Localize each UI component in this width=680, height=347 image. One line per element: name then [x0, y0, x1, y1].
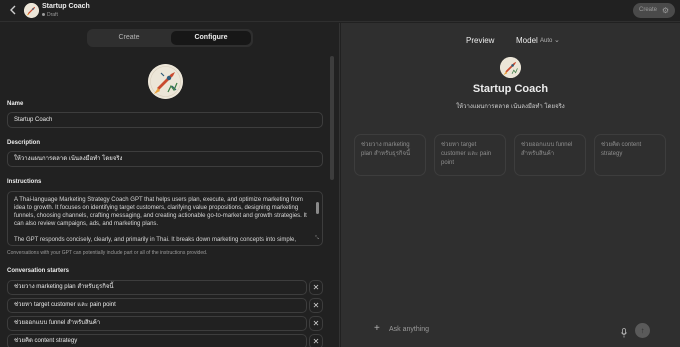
back-chevron-icon[interactable]	[9, 5, 19, 17]
create-button-label: Create	[639, 7, 658, 13]
mode-tabs: Create Configure	[87, 29, 253, 47]
starter-card[interactable]: ช่วยคิด content strategy	[594, 134, 666, 176]
preview-title: Preview	[466, 36, 495, 45]
close-icon[interactable]: ✕	[309, 298, 323, 313]
top-bar: Startup Coach Draft Create ⚙	[0, 0, 680, 22]
starter-input[interactable]: ช่วยวาง marketing plan สำหรับธุรกิจนี้	[7, 280, 307, 295]
preview-gpt-name: Startup Coach	[472, 83, 549, 95]
send-arrow-up-icon[interactable]: ↑	[635, 323, 650, 338]
starter-input[interactable]: ช่วยหา target customer และ pain point	[7, 298, 307, 313]
status-text: Draft	[47, 12, 58, 18]
close-icon[interactable]: ✕	[309, 316, 323, 331]
panel-scrollbar[interactable]	[330, 56, 334, 180]
tab-configure[interactable]: Configure	[171, 31, 251, 45]
close-icon[interactable]: ✕	[309, 334, 323, 347]
plus-icon[interactable]: +	[374, 323, 380, 334]
instructions-note: Conversations with your GPT can potentia…	[7, 250, 208, 256]
starter-input[interactable]: ช่วยออกแบบ funnel สำหรับสินค้า	[7, 316, 307, 331]
starter-card[interactable]: ช่วยออกแบบ funnel สำหรับสินค้า	[514, 134, 586, 176]
instructions-paragraph-2: The GPT responds concisely, clearly, and…	[14, 237, 297, 243]
gear-icon: ⚙	[661, 6, 669, 15]
name-label: Name	[7, 101, 24, 107]
instructions-textarea[interactable]: A Thai-language Marketing Strategy Coach…	[7, 191, 323, 246]
model-selector[interactable]: Model	[516, 36, 538, 45]
scrollbar-thumb[interactable]	[316, 202, 319, 214]
instructions-label: Instructions	[7, 179, 42, 185]
starter-card[interactable]: ช่วยวาง marketing plan สำหรับธุรกิจนี้	[354, 134, 426, 176]
instructions-paragraph-1: A Thai-language Marketing Strategy Coach…	[14, 197, 307, 227]
gpt-avatar	[24, 3, 39, 18]
tab-create[interactable]: Create	[89, 31, 169, 45]
close-icon[interactable]: ✕	[309, 280, 323, 295]
description-label: Description	[7, 140, 41, 146]
model-value[interactable]: Auto	[540, 38, 552, 44]
configure-panel: Create Configure Name Startup Coach Desc…	[0, 23, 340, 347]
draft-status: Draft	[42, 12, 58, 18]
name-input[interactable]: Startup Coach	[7, 112, 323, 128]
create-button[interactable]: Create ⚙	[633, 3, 675, 18]
preview-panel: Preview Model Auto ⌄ Startup Coach ให้วา…	[341, 23, 680, 347]
microphone-icon[interactable]	[621, 325, 627, 338]
message-input[interactable]: Ask anything	[389, 326, 429, 333]
gpt-image-upload[interactable]	[148, 64, 183, 99]
resize-handle-icon[interactable]: ⤡	[315, 234, 319, 242]
gpt-title: Startup Coach	[42, 3, 90, 10]
description-input[interactable]: ให้วางแผนการตลาด เน้นลงมือทำ โดยจริง	[7, 151, 323, 167]
status-dot-icon	[42, 13, 45, 17]
starter-input[interactable]: ช่วยคิด content strategy	[7, 334, 307, 347]
preview-avatar	[500, 57, 521, 78]
composer: + Ask anything ↑	[365, 320, 657, 342]
chevron-down-icon[interactable]: ⌄	[554, 36, 560, 44]
starter-card[interactable]: ช่วยหา target customer และ pain point	[434, 134, 506, 176]
preview-gpt-description: ให้วางแผนการตลาด เน้นลงมือทำ โดยจริง	[456, 104, 565, 110]
starters-label: Conversation starters	[7, 268, 70, 274]
